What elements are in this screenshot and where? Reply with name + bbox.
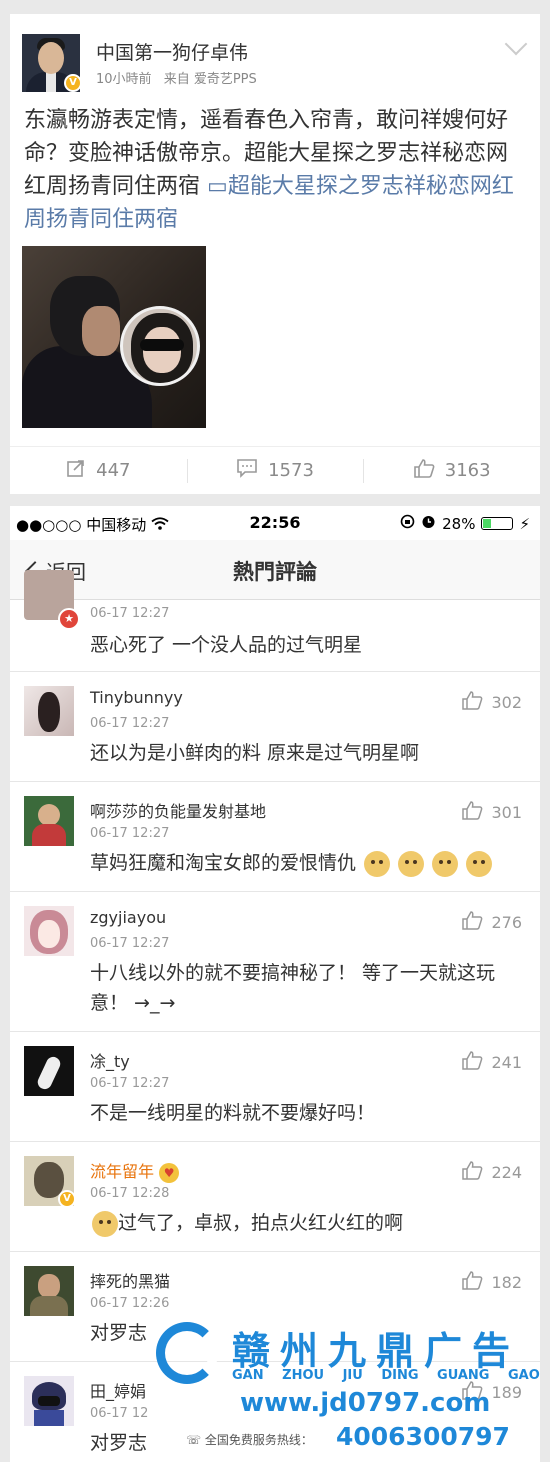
comment-count: 1573 <box>268 460 314 481</box>
comment-like-count: 302 <box>491 692 522 712</box>
comment-text: 草妈狂魔和淘宝女郎的爱恨情仇 <box>90 848 530 878</box>
comment-text: 不是一线明星的料就不要爆好吗！ <box>90 1102 376 1124</box>
doge-emoji-icon <box>432 850 459 877</box>
comment-time: 06-17 12:27 <box>90 936 170 951</box>
comment-like-count: 182 <box>491 1272 522 1292</box>
comment-like-button[interactable]: 301 <box>461 800 522 824</box>
thumbs-up-icon <box>461 1050 483 1074</box>
comment-like-button[interactable]: 182 <box>461 1270 522 1294</box>
doge-emoji-icon <box>398 850 425 877</box>
watermark-phone: 4006300797 <box>336 1422 510 1451</box>
comment-like-count: 276 <box>491 912 522 932</box>
comment-text: 十八线以外的就不要搞神秘了！ 等了一天就这玩意！ →_→ <box>90 962 496 1014</box>
comment-text-body: 过气了，卓叔，拍点火红火红的啊 <box>118 1212 404 1234</box>
video-link-icon: ▭ <box>207 174 228 199</box>
watermark: 赣州九鼎广告 GAN ZHOU JIU DING GUANG GAO www.j… <box>152 1318 550 1462</box>
battery-percent: 28% <box>442 514 476 533</box>
like-count: 3163 <box>444 460 491 481</box>
comment-like-button[interactable]: 276 <box>461 910 522 934</box>
list-item[interactable]: Tinybunnyy 06-17 12:27 还以为是小鲜肉的料 原来是过气明星… <box>10 672 540 782</box>
avatar[interactable] <box>24 1266 74 1316</box>
list-item[interactable]: V 流年留年 ♥ 06-17 12:28 过气了，卓叔，拍点火红火红的啊 224 <box>10 1142 540 1252</box>
comment-like-count: 301 <box>491 802 522 822</box>
comment-text: 过气了，卓叔，拍点火红火红的啊 <box>90 1208 530 1238</box>
doge-emoji-icon <box>364 850 391 877</box>
comment-text: 还以为是小鲜肉的料 原来是过气明星啊 <box>90 742 420 764</box>
comment-text-body: 草妈狂魔和淘宝女郎的爱恨情仇 <box>90 852 357 874</box>
repost-icon <box>66 458 86 483</box>
comment-time: 06-17 12:27 <box>90 1076 170 1091</box>
comment-time: 06-17 12:27 <box>90 716 170 731</box>
comment-text: 恶心死了 一个没人品的过气明星 <box>90 634 363 656</box>
list-item[interactable]: zgyjiayou 06-17 12:27 十八线以外的就不要搞神秘了！ 等了一… <box>10 892 540 1032</box>
brand-logo-icon <box>156 1322 218 1384</box>
comment-author[interactable]: zgyjiayou <box>90 908 166 927</box>
like-button[interactable]: 3163 <box>363 447 540 494</box>
list-item[interactable]: 凃_ty 06-17 12:27 不是一线明星的料就不要爆好吗！ 241 <box>10 1032 540 1142</box>
avatar[interactable] <box>24 796 74 846</box>
comment-like-button[interactable]: 241 <box>461 1050 522 1074</box>
comment-like-count: 241 <box>491 1052 522 1072</box>
list-item[interactable]: 啊莎莎的负能量发射基地 06-17 12:27 草妈狂魔和淘宝女郎的爱恨情仇 3… <box>10 782 540 892</box>
comment-icon <box>236 458 258 483</box>
star-badge-icon: ★ <box>58 608 80 630</box>
comment-author[interactable]: 凃_ty <box>90 1048 130 1072</box>
chevron-down-icon[interactable] <box>504 32 528 56</box>
comment-time: 06-17 12:27 <box>90 826 170 841</box>
comment-author[interactable]: 摔死的黑猫 <box>90 1268 170 1292</box>
doge-emoji-icon <box>466 850 493 877</box>
thumbs-up-icon <box>413 458 435 483</box>
comment-author[interactable]: Tinybunnyy <box>90 688 183 707</box>
doge-emoji-icon <box>92 1210 118 1237</box>
comment-like-count: 224 <box>491 1162 522 1182</box>
status-bar: ●●○○○ 中国移动 22:56 28% ⚡ <box>10 506 540 540</box>
thumbs-up-icon <box>461 910 483 934</box>
avatar[interactable] <box>24 906 74 956</box>
comment-time: 06-17 12 <box>90 1406 149 1421</box>
rotation-lock-icon <box>400 514 415 533</box>
watermark-brand: 赣州九鼎广告 <box>232 1329 521 1373</box>
heart-eyes-emoji-icon: ♥ <box>159 1162 180 1183</box>
comment-time: 06-17 12:27 <box>90 606 170 621</box>
thumbs-up-icon <box>461 690 483 714</box>
watermark-pinyin: GAN ZHOU JIU DING GUANG GAO <box>232 1368 540 1383</box>
comment-author[interactable]: 田_婷娟 <box>90 1378 146 1402</box>
comment-time: 06-17 12:26 <box>90 1296 170 1311</box>
thumbs-up-icon <box>461 800 483 824</box>
page-title: 熱門評論 <box>233 560 317 584</box>
watermark-url: www.jd0797.com <box>240 1388 491 1418</box>
page: V 中国第一狗仔卓伟 10小時前 来自 爱奇艺PPS 东瀛畅游表定情，遥看春色入… <box>0 0 550 1462</box>
comment-author[interactable]: 啊莎莎的负能量发射基地 <box>90 798 266 822</box>
watermark-hotline: ☏ 全国免费服务热线： <box>186 1433 313 1447</box>
repost-button[interactable]: 447 <box>10 447 187 494</box>
repost-count: 447 <box>96 460 131 481</box>
inset-portrait <box>120 306 200 386</box>
thumbs-up-icon <box>461 1160 483 1184</box>
comment-like-button[interactable]: 224 <box>461 1160 522 1184</box>
charging-icon: ⚡ <box>519 514 530 533</box>
avatar[interactable] <box>24 686 74 736</box>
thumbs-up-icon <box>461 1270 483 1294</box>
post-text: 东瀛畅游表定情，遥看春色入帘青，敢问祥嫂何好命？变脸神话傲帝京。超能大星探之罗志… <box>24 104 524 236</box>
post-photo[interactable] <box>22 246 206 428</box>
post-time: 10小時前 <box>96 72 152 87</box>
comment-like-button[interactable]: 302 <box>461 690 522 714</box>
comment-button[interactable]: 1573 <box>186 447 364 494</box>
author-name[interactable]: 中国第一狗仔卓伟 <box>96 38 248 65</box>
alarm-icon <box>421 514 436 533</box>
post-actions: 447 1573 3163 <box>10 446 540 494</box>
weibo-post-card[interactable]: V 中国第一狗仔卓伟 10小時前 来自 爱奇艺PPS 东瀛畅游表定情，遥看春色入… <box>10 14 540 494</box>
avatar[interactable] <box>24 1046 74 1096</box>
verified-badge-icon: V <box>64 74 82 92</box>
list-item[interactable]: ★ 06-17 12:27 恶心死了 一个没人品的过气明星 <box>10 570 540 672</box>
post-meta: 10小時前 来自 爱奇艺PPS <box>96 68 265 87</box>
verified-badge-icon: V <box>58 1190 76 1208</box>
post-source[interactable]: 来自 爱奇艺PPS <box>164 72 257 87</box>
battery-icon <box>481 517 514 530</box>
comment-author[interactable]: 流年留年 ♥ <box>90 1158 180 1183</box>
avatar[interactable] <box>24 1376 74 1426</box>
phone-icon: ☏ <box>186 1433 202 1447</box>
comment-time: 06-17 12:28 <box>90 1186 170 1201</box>
